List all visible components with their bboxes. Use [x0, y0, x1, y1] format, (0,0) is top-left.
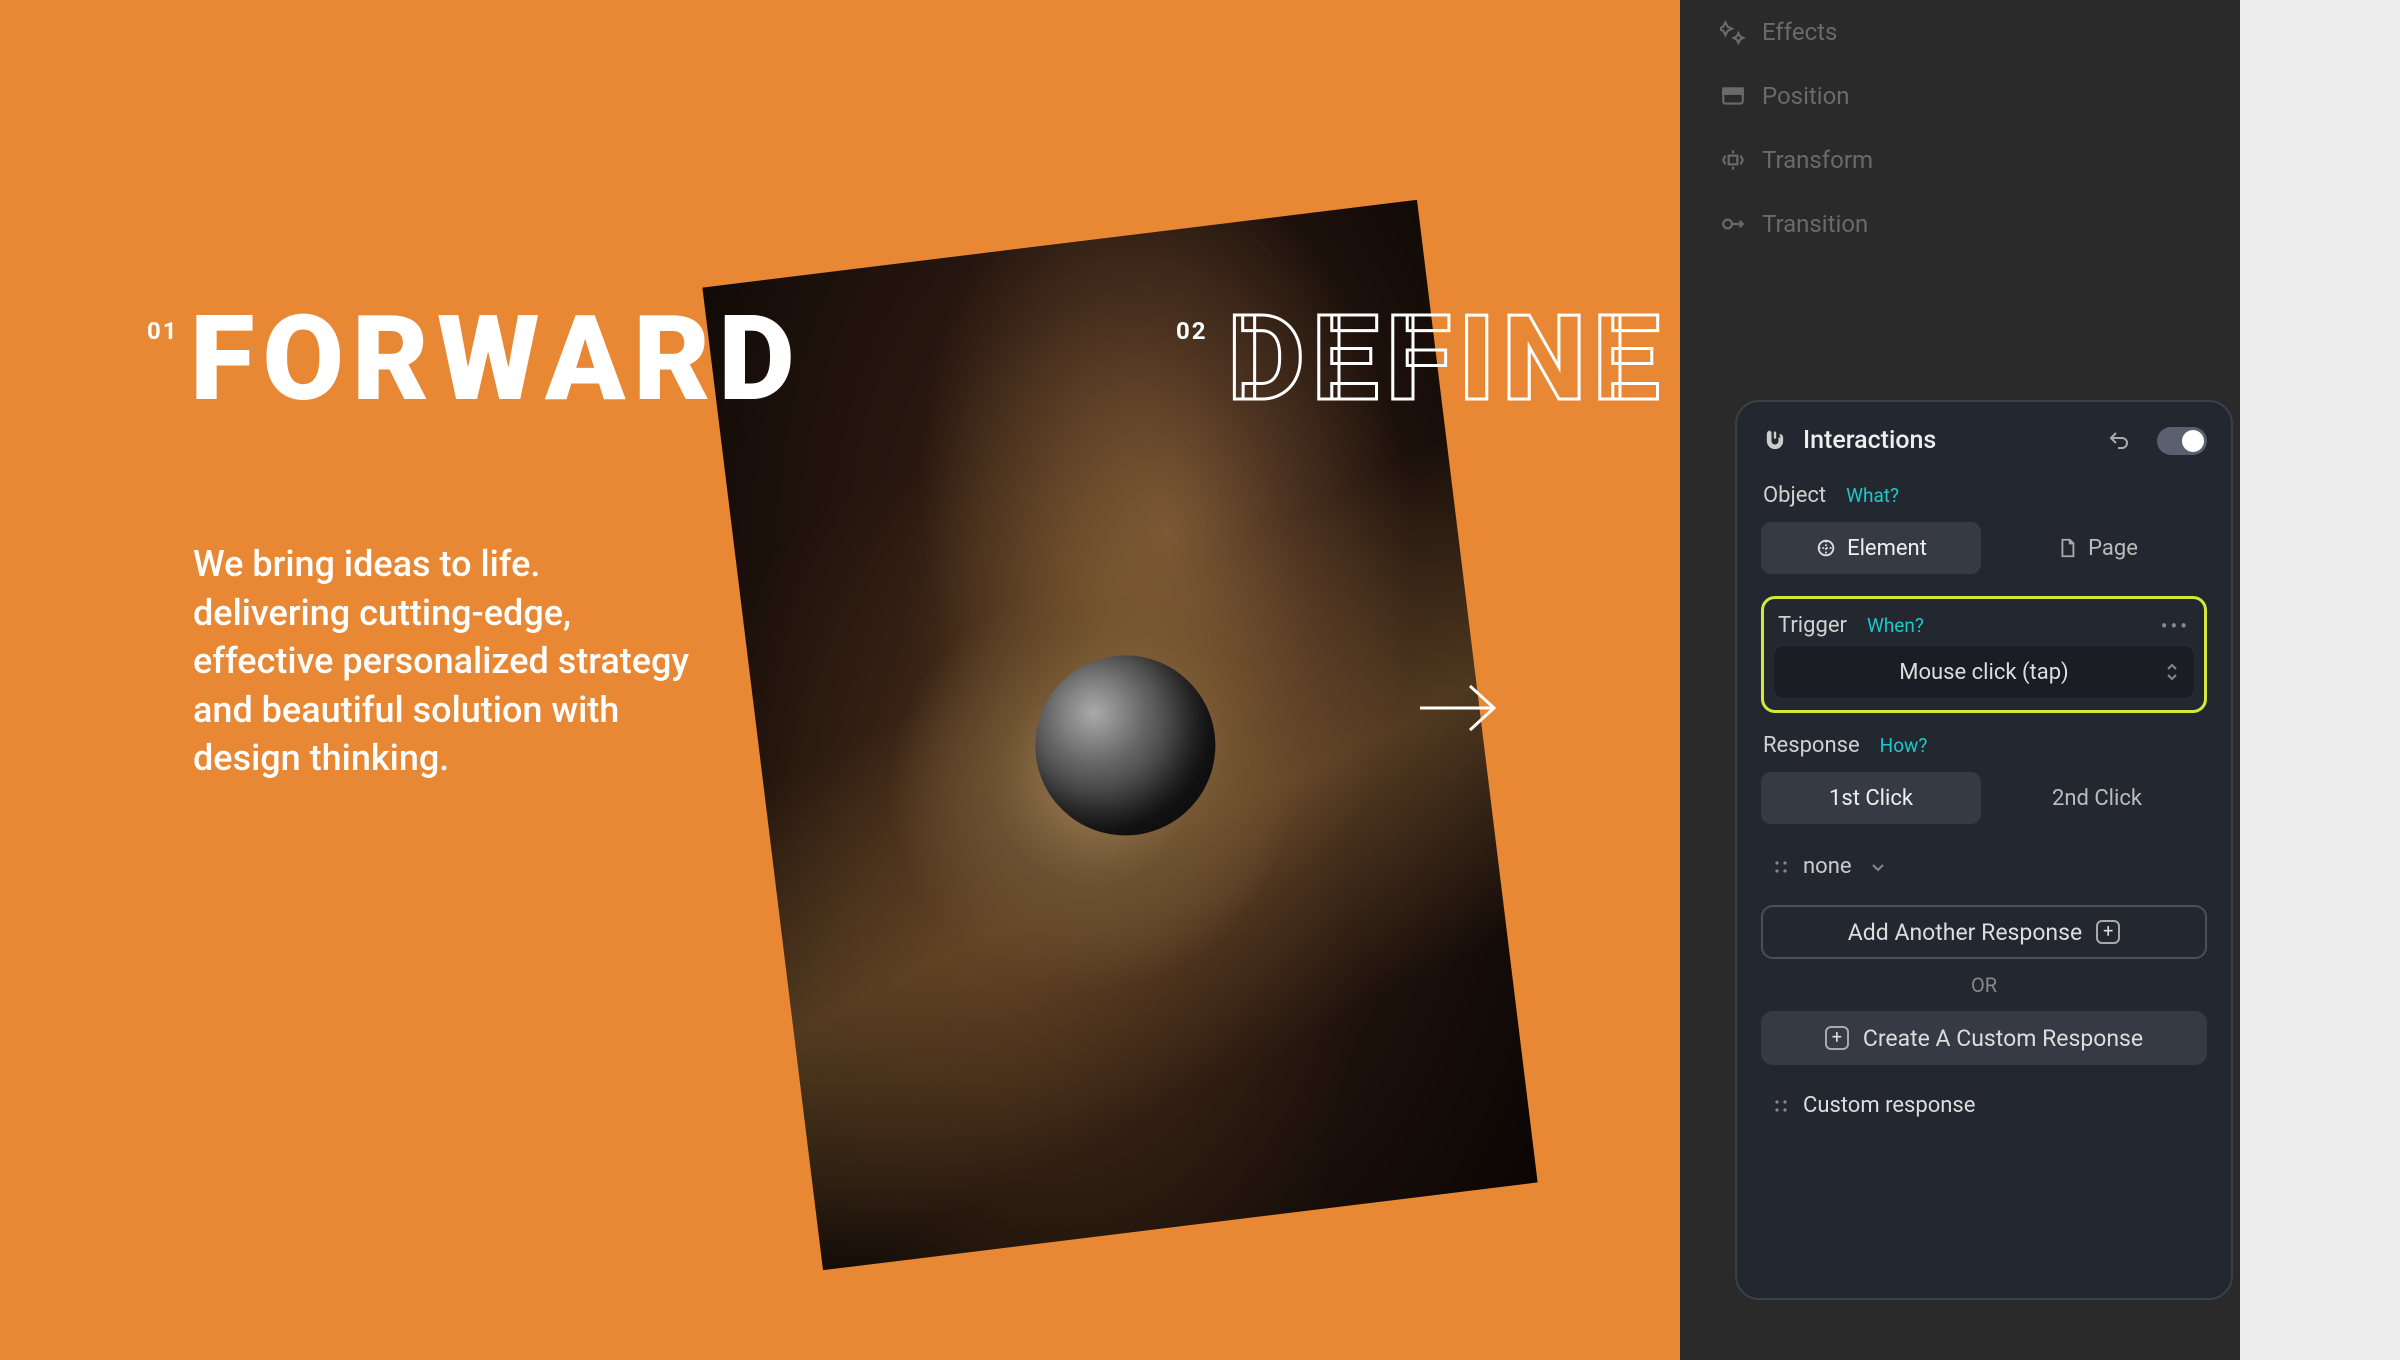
- trigger-select[interactable]: Mouse click (tap): [1774, 646, 2194, 698]
- trigger-label: Trigger: [1778, 613, 1847, 638]
- object-hint: What?: [1846, 484, 1899, 507]
- object-option-element[interactable]: Element: [1761, 522, 1981, 574]
- chevron-updown-icon: [2164, 662, 2180, 682]
- trigger-hint: When?: [1867, 614, 1924, 637]
- tab-1st-click[interactable]: 1st Click: [1761, 772, 1981, 824]
- create-custom-response-button[interactable]: + Create A Custom Response: [1761, 1011, 2207, 1065]
- object-option-page[interactable]: Page: [1987, 522, 2207, 574]
- response-hint: How?: [1880, 734, 1928, 757]
- page-icon: [2056, 537, 2078, 559]
- trigger-more-icon[interactable]: •••: [2161, 614, 2190, 638]
- transform-icon: [1720, 147, 1746, 173]
- segment-label: Element: [1847, 536, 1927, 561]
- tab-label: 1st Click: [1829, 786, 1913, 811]
- property-transition[interactable]: Transition: [1680, 192, 2240, 256]
- trigger-section: Trigger When? ••• Mouse click (tap): [1761, 596, 2207, 713]
- add-response-button[interactable]: Add Another Response +: [1761, 905, 2207, 959]
- or-divider: OR: [1761, 973, 2207, 997]
- interactions-title: Interactions: [1803, 426, 2093, 455]
- object-section-header: Object What?: [1761, 483, 2207, 508]
- heading-forward: FORWARD: [190, 290, 803, 428]
- response-label: Response: [1763, 733, 1860, 758]
- button-label: Add Another Response: [1848, 919, 2082, 946]
- response-preset-row[interactable]: none: [1761, 846, 2207, 905]
- tab-2nd-click[interactable]: 2nd Click: [1987, 772, 2207, 824]
- undo-icon[interactable]: [2107, 429, 2131, 453]
- response-tabs: 1st Click 2nd Click: [1761, 772, 2207, 824]
- trigger-section-header: Trigger When? •••: [1768, 613, 2200, 638]
- trigger-value: Mouse click (tap): [1899, 660, 2068, 685]
- property-effects[interactable]: Effects: [1680, 0, 2240, 64]
- heading-number-02: 02: [1176, 317, 1208, 345]
- button-label: Create A Custom Response: [1863, 1025, 2143, 1052]
- plus-icon: +: [2096, 920, 2120, 944]
- interactions-icon: [1761, 427, 1789, 455]
- property-position[interactable]: Position: [1680, 64, 2240, 128]
- property-label: Transform: [1762, 146, 1873, 174]
- property-transform[interactable]: Transform: [1680, 128, 2240, 192]
- design-canvas[interactable]: 01 FORWARD 02 DEFINE We bring ideas to l…: [0, 0, 1680, 1360]
- drag-handle-icon[interactable]: [1773, 859, 1789, 875]
- response-preset-value: none: [1803, 854, 1852, 879]
- segment-label: Page: [2088, 536, 2138, 561]
- right-gutter: [2240, 0, 2400, 1360]
- interactions-header: Interactions: [1761, 426, 2207, 455]
- element-icon: [1815, 537, 1837, 559]
- heading-define: DEFINE: [1228, 290, 1667, 428]
- object-label: Object: [1763, 483, 1826, 508]
- plus-icon: +: [1825, 1026, 1849, 1050]
- body-copy: We bring ideas to life. delivering cutti…: [193, 540, 693, 783]
- interactions-toggle[interactable]: [2157, 427, 2207, 455]
- property-label: Effects: [1762, 18, 1837, 46]
- drag-handle-icon[interactable]: [1773, 1098, 1789, 1114]
- property-label: Transition: [1762, 210, 1868, 238]
- chevron-down-icon: [1870, 861, 1886, 873]
- tab-label: 2nd Click: [2052, 786, 2142, 811]
- custom-response-label: Custom response: [1803, 1093, 1975, 1118]
- interactions-panel: Interactions Object What? Element Page T…: [1735, 400, 2233, 1300]
- response-section-header: Response How?: [1761, 733, 2207, 758]
- position-icon: [1720, 83, 1746, 109]
- arrow-right-icon[interactable]: [1420, 680, 1500, 736]
- heading-number-01: 01: [147, 317, 179, 345]
- effects-icon: [1720, 19, 1746, 45]
- object-segmented: Element Page: [1761, 522, 2207, 574]
- transition-icon: [1720, 211, 1746, 237]
- property-label: Position: [1762, 82, 1850, 110]
- custom-response-row[interactable]: Custom response: [1761, 1089, 2207, 1122]
